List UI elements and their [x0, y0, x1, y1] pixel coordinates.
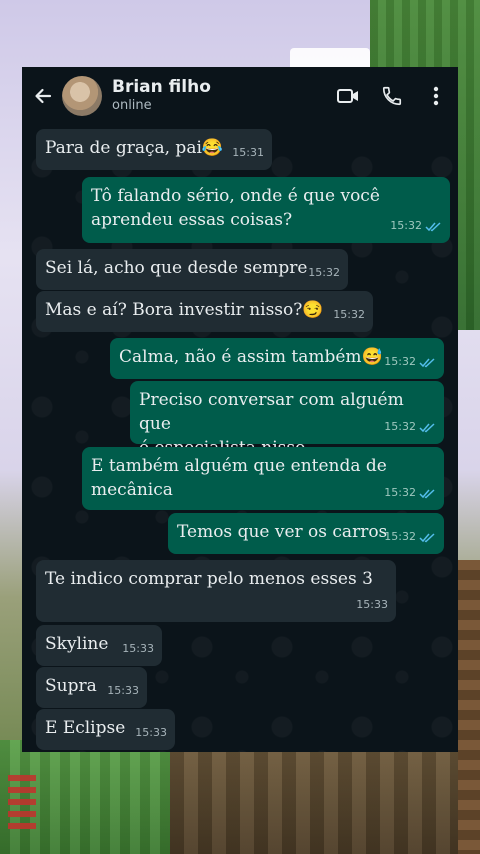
message-time: 15:33 — [122, 642, 154, 655]
message-time: 15:31 — [232, 146, 264, 159]
read-receipt-icon — [425, 221, 441, 231]
message-time: 15:32 — [333, 308, 365, 321]
message-bubble-outgoing[interactable]: Calma, não é assim também😅 15:32 — [110, 338, 444, 379]
message-time: 15:33 — [135, 726, 167, 739]
background-tree-trunk — [170, 752, 480, 854]
message-time: 15:32 — [384, 355, 416, 368]
read-receipt-icon — [419, 422, 435, 432]
message-bubble-outgoing[interactable]: Tô falando sério, onde é que você aprend… — [82, 177, 450, 243]
contact-name: Brian filho — [112, 77, 211, 97]
message-text: Sei lá, acho que desde sempre — [45, 258, 308, 278]
message-text: Skyline — [45, 634, 109, 654]
message-text: Calma, não é assim também😅 — [119, 347, 383, 367]
video-call-icon[interactable] — [326, 74, 370, 118]
avatar[interactable] — [62, 76, 102, 116]
message-text: E também alguém que entenda de mecânica — [91, 456, 387, 500]
message-text: Para de graça, pai😂 — [45, 138, 224, 158]
message-text: E Eclipse — [45, 718, 126, 738]
read-receipt-icon — [419, 357, 435, 367]
message-bubble-incoming[interactable]: E Eclipse 15:33 — [36, 709, 175, 750]
chat-screen: Brian filho online Para de graça, pai😂 1… — [22, 67, 458, 752]
message-bubble-incoming[interactable]: Supra 15:33 — [36, 667, 147, 708]
message-bubble-incoming[interactable]: Skyline 15:33 — [36, 625, 162, 666]
message-bubble-incoming[interactable]: Para de graça, pai😂 15:31 — [36, 129, 272, 170]
message-time: 15:32 — [384, 420, 416, 433]
back-arrow-icon[interactable] — [26, 76, 60, 116]
message-time: 15:33 — [107, 684, 139, 697]
message-time: 15:32 — [390, 219, 422, 232]
message-text: Te indico comprar pelo menos esses 3 — [45, 569, 373, 589]
message-time: 15:32 — [384, 486, 416, 499]
message-bubble-outgoing[interactable]: Preciso conversar com alguém que é espec… — [130, 381, 444, 458]
read-receipt-icon — [419, 488, 435, 498]
message-text: Mas e aí? Bora investir nisso?😏 — [45, 300, 324, 320]
message-bubble-incoming[interactable]: Mas e aí? Bora investir nisso?😏 15:32 — [36, 291, 373, 332]
message-bubble-incoming[interactable]: Te indico comprar pelo menos esses 3 15:… — [36, 560, 396, 622]
message-bubble-incoming[interactable]: Sei lá, acho que desde sempre 15:32 — [36, 249, 348, 290]
read-receipt-icon — [419, 532, 435, 542]
contact-status: online — [112, 98, 152, 113]
message-text: Supra — [45, 676, 97, 696]
phone-icon[interactable] — [370, 74, 414, 118]
more-vertical-icon[interactable] — [414, 74, 458, 118]
background-flowers — [8, 775, 36, 835]
message-text: Tô falando sério, onde é que você aprend… — [91, 186, 380, 230]
chat-header: Brian filho online — [22, 67, 458, 125]
message-bubble-outgoing[interactable]: Temos que ver os carros 15:32 — [168, 513, 444, 554]
contact-info[interactable]: Brian filho online — [112, 77, 326, 115]
message-bubble-outgoing[interactable]: E também alguém que entenda de mecânica … — [82, 447, 444, 510]
background-bark — [458, 560, 480, 854]
message-time: 15:32 — [384, 530, 416, 543]
message-time: 15:32 — [308, 266, 340, 279]
message-text: Temos que ver os carros — [177, 522, 388, 542]
message-time: 15:33 — [356, 598, 388, 611]
